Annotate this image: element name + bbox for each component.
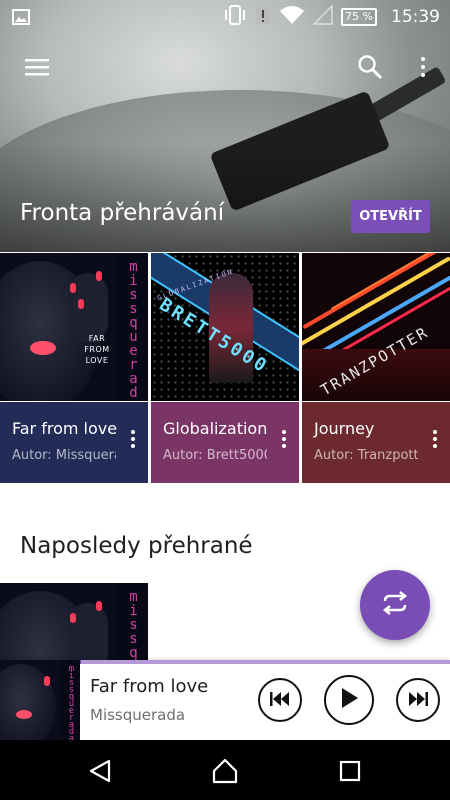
menu-icon[interactable] — [22, 52, 52, 82]
gallery-notification-icon — [12, 8, 30, 30]
system-navigation-bar — [0, 740, 450, 800]
queue-card[interactable]: TRANZPOTTER Journey Autor: Tranzpotter — [302, 253, 450, 483]
track-title: Globalization — [163, 419, 268, 438]
skip-previous-icon — [270, 691, 290, 710]
battery-indicator: 75 % — [341, 8, 377, 26]
more-options-icon[interactable] — [277, 430, 291, 454]
album-art-vertical-text: missquerada — [118, 253, 148, 401]
album-art: missquerada — [0, 583, 148, 661]
queue-card-meta: Journey Autor: Tranzpotter — [302, 402, 450, 483]
recent-apps-icon[interactable] — [335, 756, 365, 786]
album-art-vertical-text: missquerada — [118, 583, 148, 661]
album-art-label: FAR FROM LOVE — [84, 334, 110, 365]
play-button[interactable] — [324, 675, 374, 725]
shuffle-icon — [380, 590, 410, 620]
now-playing-artist: Missquerada — [90, 706, 186, 724]
now-playing-album-art: missquerada — [0, 660, 80, 740]
search-icon[interactable] — [355, 52, 385, 82]
back-icon[interactable] — [85, 756, 115, 786]
album-art: GLOBALIZATION BRETT5000 — [151, 253, 299, 401]
track-artist: Autor: Missquerada — [12, 448, 116, 463]
previous-track-button[interactable] — [258, 678, 302, 722]
album-art-vertical-text: missquerada — [62, 660, 80, 740]
track-title: Far from love — [12, 419, 118, 438]
play-icon — [340, 688, 358, 712]
cell-signal-icon — [312, 4, 333, 29]
wifi-icon — [279, 5, 305, 29]
track-artist: Autor: Tranzpotter — [314, 448, 418, 463]
album-art: TRANZPOTTER — [302, 253, 450, 401]
track-title: Journey — [314, 419, 375, 438]
recent-album-card[interactable]: missquerada — [0, 583, 148, 661]
home-icon[interactable] — [210, 756, 240, 786]
sim-alert-icon — [255, 5, 271, 29]
more-options-icon[interactable] — [126, 430, 140, 454]
shuffle-all-button[interactable] — [360, 570, 430, 640]
more-options-icon[interactable] — [428, 430, 442, 454]
album-art: FAR FROM LOVE missquerada — [0, 253, 148, 401]
open-queue-button[interactable]: OTEVŘÍT — [351, 200, 430, 233]
vibrate-icon — [223, 5, 247, 29]
header-shade — [0, 142, 450, 252]
queue-card-meta: Globalization Autor: Brett5000 — [151, 402, 299, 483]
queue-card[interactable]: FAR FROM LOVE missquerada Far from love … — [0, 253, 148, 483]
skip-next-icon — [408, 691, 428, 710]
recently-played-title: Naposledy přehrané — [20, 533, 253, 559]
queue-title: Fronta přehrávání — [20, 200, 225, 226]
clock: 15:39 — [391, 7, 440, 27]
mini-player[interactable]: missquerada Far from love Missquerada — [0, 660, 450, 740]
now-playing-title: Far from love — [90, 676, 209, 697]
queue-card-meta: Far from love Autor: Missquerada — [0, 402, 148, 483]
status-bar: 75 % 15:39 — [0, 0, 450, 34]
queue-card[interactable]: GLOBALIZATION BRETT5000 Globalization Au… — [151, 253, 299, 483]
more-options-icon[interactable] — [408, 52, 438, 82]
next-track-button[interactable] — [396, 678, 440, 722]
track-artist: Autor: Brett5000 — [163, 448, 267, 463]
queue-cards: FAR FROM LOVE missquerada Far from love … — [0, 253, 450, 483]
